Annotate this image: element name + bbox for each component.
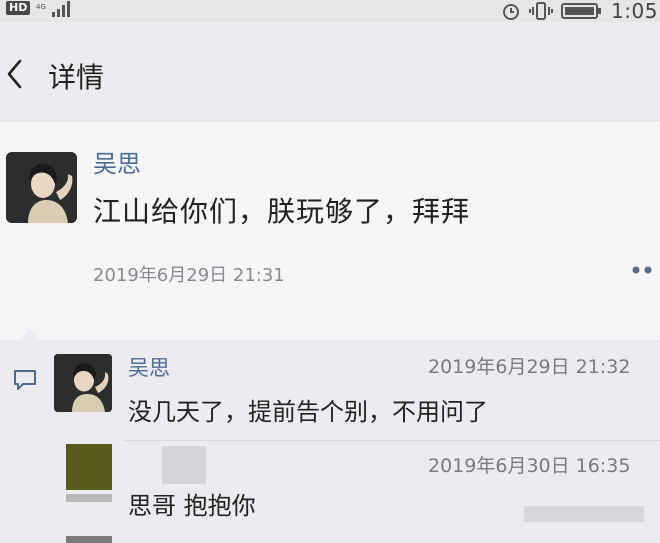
hd-badge: HD xyxy=(6,1,31,15)
more-options-icon[interactable] xyxy=(628,262,656,278)
vibrate-icon xyxy=(529,2,554,20)
alarm-icon xyxy=(503,4,520,20)
status-right: 1:05 xyxy=(501,0,660,23)
post-author-avatar[interactable] xyxy=(6,152,77,223)
comment-text: 思哥 抱抱你 xyxy=(128,492,256,520)
comments-section: 吴思 2019年6月29日 21:32 没几天了，提前告个别，不用问了 2019… xyxy=(0,340,660,543)
comment-author-name[interactable]: 吴思 xyxy=(128,352,170,382)
post-author-name[interactable]: 吴思 xyxy=(93,144,141,179)
battery-icon xyxy=(561,3,602,19)
avatar-image xyxy=(6,152,77,223)
signal-label: 4G xyxy=(36,3,46,11)
comment-text: 没几天了，提前告个别，不用问了 xyxy=(128,398,488,426)
moment-post: 吴思 江山给你们，朕玩够了，拜拜 2019年6月29日 21:31 xyxy=(0,122,660,340)
back-arrow-icon[interactable] xyxy=(4,58,28,90)
page-header: 详情 xyxy=(0,22,660,122)
comment-icon xyxy=(14,370,36,390)
watermark-redacted xyxy=(524,506,644,522)
comment-timestamp: 2019年6月29日 21:32 xyxy=(428,356,631,378)
comment-timestamp: 2019年6月30日 16:35 xyxy=(428,455,631,477)
post-timestamp: 2019年6月29日 21:31 xyxy=(93,265,285,286)
comment-divider xyxy=(124,440,660,441)
commenter-name-redacted xyxy=(162,446,206,484)
page-title: 详情 xyxy=(48,61,105,94)
status-bar: HD 4G 1:05 xyxy=(0,0,660,23)
avatar-redacted-strip xyxy=(66,494,112,502)
next-comment-avatar-partial xyxy=(66,536,112,543)
avatar-image xyxy=(54,354,112,412)
signal-icon: 4G xyxy=(36,1,70,17)
comment-pointer xyxy=(20,328,40,340)
status-time: 1:05 xyxy=(611,0,658,23)
comment-avatar-redacted[interactable] xyxy=(66,444,112,490)
post-content: 江山给你们，朕玩够了，拜拜 xyxy=(93,195,471,228)
comment-author-avatar[interactable] xyxy=(54,354,112,412)
